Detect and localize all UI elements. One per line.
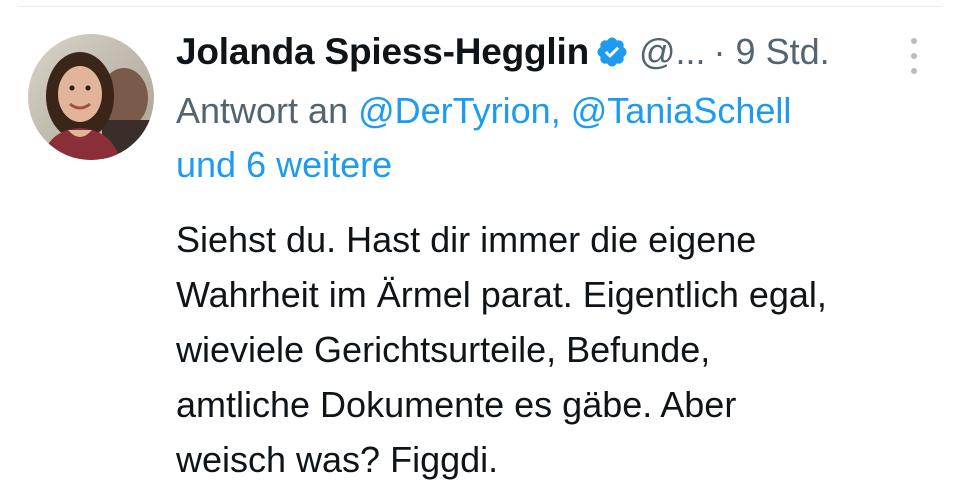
mention-link[interactable]: @DerTyrion, xyxy=(358,90,561,131)
tweet-text-line: amtliche Dokumente es gäbe. Aber xyxy=(176,384,737,425)
reply-prefix: Antwort an xyxy=(176,90,349,131)
avatar[interactable] xyxy=(28,34,154,160)
more-vertical-icon[interactable] xyxy=(904,38,924,74)
tweet-text-line: wieviele Gerichtsurteile, Befunde, xyxy=(176,329,711,370)
tweet-text: Siehst du. Hast dir immer die eigene Wah… xyxy=(176,212,924,481)
profile-photo xyxy=(28,34,154,160)
tweet-text-line: Wahrheit im Ärmel parat. Eigentlich egal… xyxy=(176,274,827,315)
tweet-content: Jolanda Spiess-Hegglin @... · 9 Std. Ant… xyxy=(176,24,924,481)
tweet-text-line: weisch was? Figgdi. xyxy=(176,439,499,480)
mention-link[interactable]: @TaniaSchell xyxy=(571,90,792,131)
tweet-text-line: Siehst du. Hast dir immer die eigene xyxy=(176,219,757,260)
verified-badge-icon xyxy=(595,35,629,69)
author-name[interactable]: Jolanda Spiess-Hegglin xyxy=(176,31,589,73)
more-mentions-link[interactable]: und 6 weitere xyxy=(176,144,392,185)
tweet-card[interactable]: Jolanda Spiess-Hegglin @... · 9 Std. Ant… xyxy=(0,0,960,481)
timestamp[interactable]: 9 Std. xyxy=(736,31,830,73)
author-handle[interactable]: @... xyxy=(639,31,706,73)
reply-context: Antwort an @DerTyrion, @TaniaSchell und … xyxy=(176,84,924,192)
separator-dot: · xyxy=(713,31,726,72)
divider xyxy=(18,6,942,7)
tweet-header: Jolanda Spiess-Hegglin @... · 9 Std. xyxy=(176,24,924,80)
